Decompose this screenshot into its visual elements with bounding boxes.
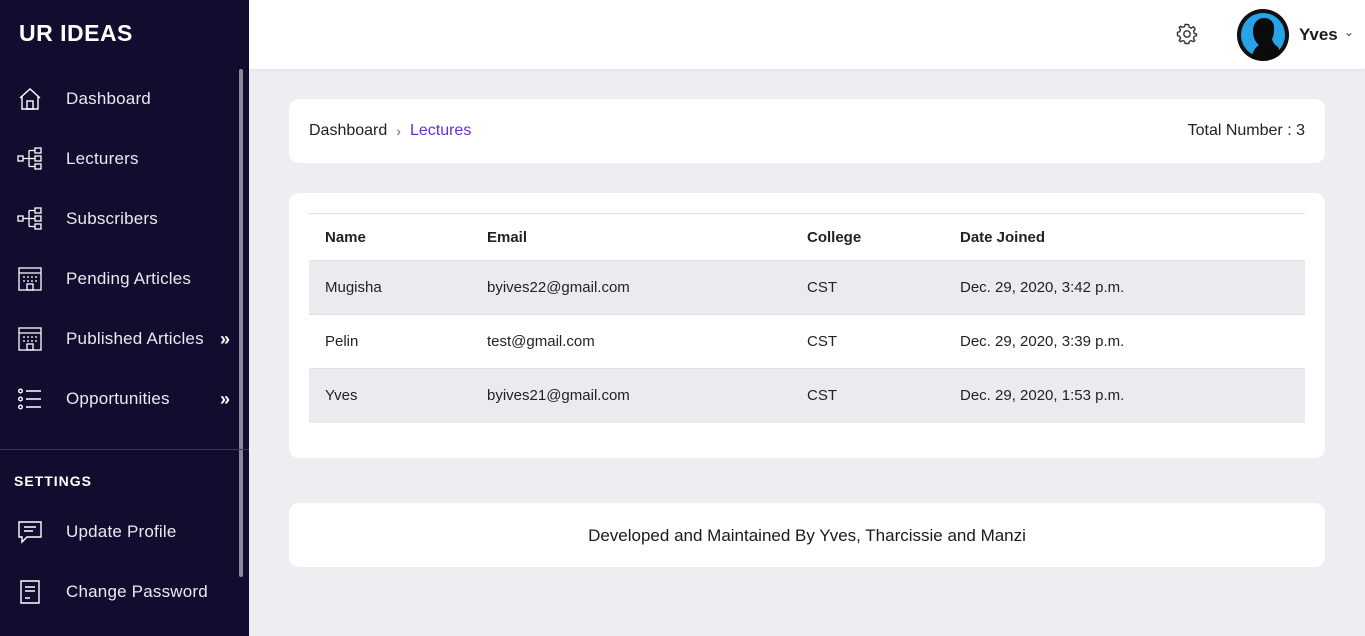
- sidebar-item-label: Subscribers: [66, 209, 158, 228]
- building-icon: [17, 326, 43, 352]
- sidebar-item-label: Opportunities: [66, 389, 170, 408]
- column-header-name: Name: [325, 228, 366, 246]
- double-chevron-right-icon: »: [220, 388, 231, 409]
- sidebar-item-opportunities[interactable]: Opportunities »: [0, 374, 240, 424]
- sidebar-item-label: Dashboard: [66, 89, 151, 108]
- cell-email: test@gmail.com: [471, 314, 791, 369]
- footer-credits: Developed and Maintained By Yves, Tharci…: [588, 526, 1026, 545]
- chevron-right-icon: ›: [396, 123, 401, 139]
- table-row: Yves byives21@gmail.com CST Dec. 29, 202…: [309, 368, 1305, 423]
- brand-logo[interactable]: UR IDEAS: [19, 20, 133, 47]
- column-header-date-joined: Date Joined: [960, 228, 1046, 246]
- breadcrumb-dashboard-link[interactable]: Dashboard: [309, 122, 387, 140]
- chat-icon: [17, 519, 43, 545]
- avatar[interactable]: [1237, 9, 1289, 61]
- lecturers-table: Name Email College Date Joined Mugisha b…: [309, 213, 1305, 423]
- sidebar-item-label: Pending Articles: [66, 269, 192, 288]
- top-header: Yves ⌄: [249, 0, 1365, 69]
- cell-name: Mugisha: [309, 260, 471, 315]
- cell-date-joined: Dec. 29, 2020, 3:39 p.m.: [944, 314, 1305, 369]
- settings-section-title: SETTINGS: [14, 473, 93, 489]
- sidebar-item-update-profile[interactable]: Update Profile: [0, 507, 240, 557]
- list-icon: [17, 386, 43, 412]
- table-row: Mugisha byives22@gmail.com CST Dec. 29, …: [309, 260, 1305, 315]
- cell-college: CST: [791, 368, 944, 423]
- sidebar-item-pending-articles[interactable]: Pending Articles: [0, 254, 240, 304]
- breadcrumb-current[interactable]: Lectures: [410, 122, 471, 140]
- sidebar-item-subscribers[interactable]: Subscribers: [0, 194, 240, 244]
- cell-date-joined: Dec. 29, 2020, 1:53 p.m.: [944, 368, 1305, 423]
- cell-date-joined: Dec. 29, 2020, 3:42 p.m.: [944, 260, 1305, 315]
- sidebar-item-lecturers[interactable]: Lecturers: [0, 134, 240, 184]
- cell-email: byives22@gmail.com: [471, 260, 791, 315]
- sidebar-item-dashboard[interactable]: Dashboard: [0, 74, 240, 124]
- home-icon: [17, 86, 43, 112]
- lecturers-table-card: Name Email College Date Joined Mugisha b…: [289, 193, 1325, 458]
- cell-name: Pelin: [309, 314, 471, 369]
- breadcrumb-card: Dashboard › Lectures Total Number : 3: [289, 99, 1325, 163]
- sidebar-item-label: Change Password: [66, 582, 208, 601]
- sidebar-divider: [0, 449, 249, 450]
- hierarchy-icon: [17, 206, 43, 232]
- receipt-icon: [17, 579, 43, 605]
- column-header-email: Email: [487, 228, 528, 246]
- breadcrumb: Dashboard › Lectures: [309, 122, 471, 140]
- footer-card: Developed and Maintained By Yves, Tharci…: [289, 503, 1325, 567]
- cell-college: CST: [791, 314, 944, 369]
- sidebar: UR IDEAS Dashboard Lecturers Subscribers…: [0, 0, 249, 636]
- hierarchy-icon: [17, 146, 43, 172]
- sidebar-item-label: Update Profile: [66, 522, 177, 541]
- user-name[interactable]: Yves: [1299, 25, 1338, 45]
- sidebar-item-label: Published Articles: [66, 329, 204, 348]
- table-header-row: Name Email College Date Joined: [309, 214, 1305, 261]
- cell-college: CST: [791, 260, 944, 315]
- table-row: Pelin test@gmail.com CST Dec. 29, 2020, …: [309, 314, 1305, 369]
- building-icon: [17, 266, 43, 292]
- sidebar-item-label: Lecturers: [66, 149, 139, 168]
- cell-email: byives21@gmail.com: [471, 368, 791, 423]
- chevron-down-icon[interactable]: ⌄: [1344, 25, 1354, 39]
- column-header-college: College: [807, 228, 862, 246]
- sidebar-item-published-articles[interactable]: Published Articles »: [0, 314, 240, 364]
- sidebar-item-change-password[interactable]: Change Password: [0, 567, 240, 617]
- cell-name: Yves: [309, 368, 471, 423]
- gear-icon[interactable]: [1175, 22, 1199, 46]
- total-count: Total Number : 3: [1187, 122, 1305, 139]
- double-chevron-right-icon: »: [220, 328, 231, 349]
